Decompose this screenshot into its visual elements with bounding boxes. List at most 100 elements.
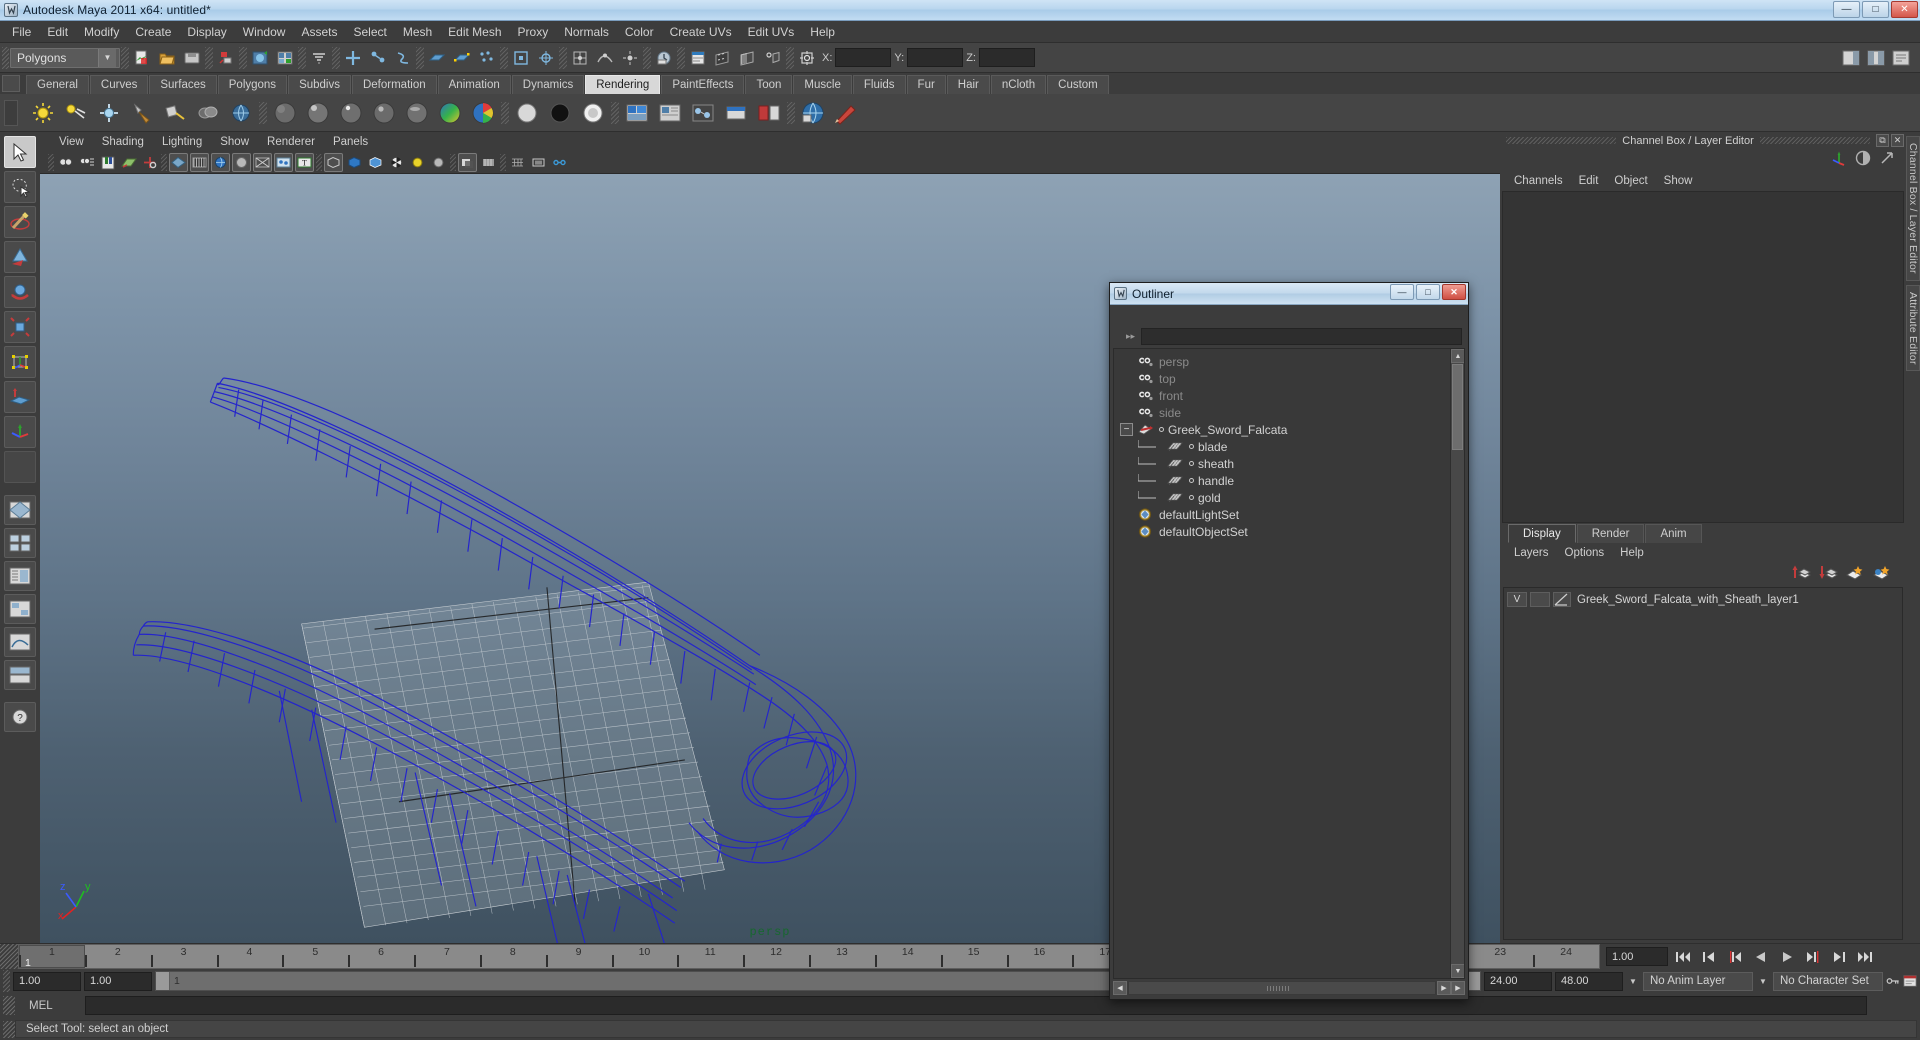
shelf-tab-ncloth[interactable]: nCloth (990, 75, 1047, 94)
shelf-tab-rendering[interactable]: Rendering (585, 75, 661, 94)
channelbox-menu-edit[interactable]: Edit (1571, 174, 1607, 188)
show-hide-channelbox-button[interactable] (1839, 46, 1863, 70)
surface-shader-white-icon[interactable] (512, 98, 542, 128)
soft-modification-tool[interactable] (4, 381, 36, 413)
layer-playback-toggle[interactable] (1530, 592, 1550, 607)
scroll-right-end-arrow-icon[interactable]: ▶ (1451, 980, 1465, 995)
outliner-search-input[interactable] (1141, 327, 1462, 345)
lambert-material-icon[interactable] (270, 98, 300, 128)
quick-layout-persp-graph[interactable] (4, 660, 36, 690)
help-line-toggle[interactable]: ? (4, 702, 36, 732)
quick-layout-single-perspective[interactable] (4, 495, 36, 525)
command-line-grip[interactable] (3, 996, 15, 1015)
shadows-icon[interactable] (458, 153, 477, 172)
menu-item-color[interactable]: Color (617, 23, 662, 41)
select-points-button[interactable] (475, 46, 499, 70)
snap-to-curve-button[interactable] (593, 46, 617, 70)
anim-layer-chevron-down-icon[interactable]: ▼ (1626, 972, 1640, 991)
character-set-selector[interactable]: No Character Set (1773, 971, 1883, 991)
bookmarks-icon[interactable] (98, 153, 117, 172)
outliner-search-arrows-icon[interactable]: ▸▸ (1126, 331, 1138, 342)
viewport-menu-show[interactable]: Show (211, 135, 258, 149)
xray-mode-icon[interactable] (253, 153, 272, 172)
menu-item-edit-uvs[interactable]: Edit UVs (740, 23, 803, 41)
universal-manipulator-tool[interactable] (4, 346, 36, 378)
outliner-row-persp[interactable]: persp (1114, 353, 1464, 370)
animation-end-time-field[interactable] (1555, 971, 1623, 991)
menu-item-select[interactable]: Select (345, 23, 394, 41)
menu-item-proxy[interactable]: Proxy (510, 23, 557, 41)
viewport-menu-view[interactable]: View (50, 135, 93, 149)
render-globe-icon[interactable] (226, 98, 256, 128)
image-plane-viewport-icon[interactable] (119, 153, 138, 172)
outliner-row-front[interactable]: front (1114, 387, 1464, 404)
scroll-right-arrow-icon[interactable]: ▶ (1437, 980, 1451, 995)
ipr-render-button[interactable] (273, 46, 297, 70)
outliner-row-gold[interactable]: gold (1114, 489, 1464, 506)
render-current-frame-button[interactable] (686, 46, 710, 70)
open-scene-button[interactable] (155, 46, 179, 70)
new-layer-from-selected-icon[interactable] (1872, 564, 1892, 587)
range-slider-left-handle[interactable] (156, 972, 170, 990)
toolbar-grip[interactable] (2, 46, 9, 69)
menu-item-mesh[interactable]: Mesh (395, 23, 440, 41)
show-hide-attribute-editor-button[interactable] (1864, 46, 1888, 70)
manipulator-display-icon[interactable] (1830, 149, 1848, 172)
move-layer-down-icon[interactable] (1818, 564, 1839, 587)
shelf-tab-painteffects[interactable]: PaintEffects (661, 75, 745, 94)
scrollbar-thumb[interactable] (1452, 364, 1463, 450)
grid-toggle-icon[interactable] (508, 153, 527, 172)
layer-tab-render[interactable]: Render (1576, 524, 1645, 543)
move-tool[interactable] (4, 241, 36, 273)
viewport-menu-lighting[interactable]: Lighting (153, 135, 211, 149)
select-vertices-button[interactable] (450, 46, 474, 70)
spot-light-icon[interactable] (127, 98, 157, 128)
film-gate-icon[interactable] (529, 153, 548, 172)
image-plane-icon[interactable] (798, 98, 828, 128)
go-to-start-button[interactable] (1672, 947, 1694, 966)
new-scene-button[interactable] (130, 46, 154, 70)
render-settings-shelf-icon[interactable] (655, 98, 685, 128)
outliner-minimize-button[interactable]: — (1390, 284, 1414, 300)
camera-attributes-icon[interactable] (77, 153, 96, 172)
render-settings-2-button[interactable] (761, 46, 785, 70)
step-back-frame-button[interactable] (1698, 947, 1720, 966)
layer-tab-anim[interactable]: Anim (1645, 524, 1702, 543)
area-light-icon[interactable] (160, 98, 190, 128)
wireframe-shading-icon[interactable] (169, 153, 188, 172)
show-hide-tool-settings-button[interactable] (1889, 46, 1913, 70)
playback-end-time-field[interactable] (1484, 971, 1552, 991)
shaded-textured-icon[interactable] (211, 153, 230, 172)
render-sequence-button[interactable] (711, 46, 735, 70)
animation-preferences-icon[interactable] (1903, 972, 1917, 991)
light-yellow-icon[interactable] (408, 153, 427, 172)
outliner-window[interactable]: Outliner — □ ✕ ▸▸ persp top front side − Gree… (1109, 282, 1469, 1000)
outliner-row-greek_sword_falcata[interactable]: − Greek_Sword_Falcata (1114, 421, 1464, 438)
volume-light-icon[interactable] (193, 98, 223, 128)
menu-item-modify[interactable]: Modify (76, 23, 127, 41)
scroll-down-arrow-icon[interactable]: ▼ (1451, 964, 1464, 978)
layer-menu-layers[interactable]: Layers (1506, 546, 1557, 560)
texture-border-icon[interactable]: T (295, 153, 314, 172)
lasso-select-tool[interactable] (4, 171, 36, 203)
menu-item-normals[interactable]: Normals (556, 23, 617, 41)
isolate-select-icon[interactable] (324, 153, 343, 172)
menu-item-assets[interactable]: Assets (293, 23, 345, 41)
character-set-chevron-down-icon[interactable]: ▼ (1756, 972, 1770, 991)
outliner-tree[interactable]: persp top front side − Greek_Sword_Falcata bla… (1113, 348, 1465, 979)
shelf-tab-polygons[interactable]: Polygons (217, 75, 288, 94)
paint-effects-icon[interactable] (831, 98, 861, 128)
texture-checker-icon[interactable] (387, 153, 406, 172)
undo-button[interactable] (214, 46, 238, 70)
vertical-tab-attribute-editor[interactable]: Attribute Editor (1906, 284, 1920, 372)
viewport-menu-shading[interactable]: Shading (93, 135, 153, 149)
outliner-row-handle[interactable]: handle (1114, 472, 1464, 489)
shelf-tab-subdivs[interactable]: Subdivs (288, 75, 351, 94)
quick-layout-graph-editor[interactable] (4, 627, 36, 657)
layer-color-swatch[interactable] (1553, 592, 1571, 607)
current-frame-field[interactable] (1606, 947, 1668, 966)
shelf-tab-general[interactable]: General (26, 75, 89, 94)
vertical-tab-channel-box-layer-editor[interactable]: Channel Box / Layer Editor (1906, 136, 1920, 281)
select-camera-icon[interactable] (56, 153, 75, 172)
layer-visibility-toggle[interactable]: V (1507, 592, 1527, 607)
